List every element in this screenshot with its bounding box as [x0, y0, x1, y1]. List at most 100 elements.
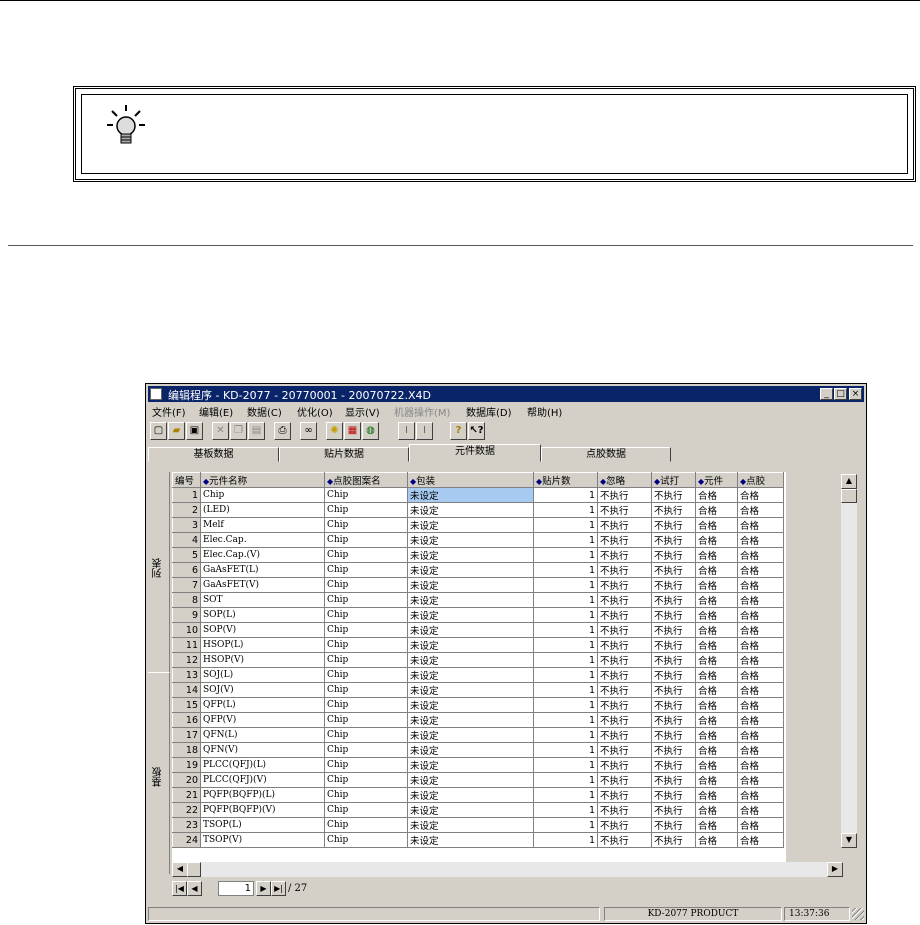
part-status-cell[interactable]: 合格 — [695, 832, 738, 848]
row-number-cell[interactable]: 16 — [172, 712, 201, 728]
save-icon[interactable]: ▣ — [186, 422, 203, 440]
part-status-cell[interactable]: 合格 — [695, 637, 738, 653]
col-header-ignore[interactable]: ◆忽略 — [597, 472, 652, 488]
placement-count-cell[interactable]: 1 — [533, 622, 598, 638]
component-name-cell[interactable]: Chip — [200, 487, 325, 503]
placement-count-cell[interactable]: 1 — [533, 727, 598, 743]
glue-status-cell[interactable]: 合格 — [737, 682, 784, 698]
glue-status-cell[interactable]: 合格 — [737, 787, 784, 803]
part-status-cell[interactable]: 合格 — [695, 667, 738, 683]
pattern-name-cell[interactable]: Chip — [324, 562, 408, 578]
pattern-name-cell[interactable]: Chip — [324, 787, 408, 803]
trial-flag-cell[interactable]: 不执行 — [651, 487, 696, 503]
close-button[interactable]: × — [849, 388, 862, 400]
placement-count-cell[interactable]: 1 — [533, 652, 598, 668]
placement-count-cell[interactable]: 1 — [533, 637, 598, 653]
row-number-cell[interactable]: 19 — [172, 757, 201, 773]
row-number-cell[interactable]: 11 — [172, 637, 201, 653]
ignore-flag-cell[interactable]: 不执行 — [597, 547, 652, 563]
part-status-cell[interactable]: 合格 — [695, 607, 738, 623]
pattern-name-cell[interactable]: Chip — [324, 757, 408, 773]
glue-status-cell[interactable]: 合格 — [737, 607, 784, 623]
component-name-cell[interactable]: PQFP(BQFP)(L) — [200, 787, 325, 803]
col-header-name[interactable]: ◆元件名称 — [200, 472, 325, 488]
placement-count-cell[interactable]: 1 — [533, 517, 598, 533]
table-row[interactable]: 21 PQFP(BQFP)(L) Chip 未设定 1 不执行 不执行 合格 合格 — [172, 787, 784, 803]
table-row[interactable]: 10 SOP(V) Chip 未设定 1 不执行 不执行 合格 合格 — [172, 622, 784, 638]
table-row[interactable]: 1 Chip Chip 未设定 1 不执行 不执行 合格 合格 — [172, 487, 784, 503]
package-cell[interactable]: 未设定 — [407, 622, 534, 638]
part-status-cell[interactable]: 合格 — [695, 652, 738, 668]
component-name-cell[interactable]: QFN(V) — [200, 742, 325, 758]
component-name-cell[interactable]: SOJ(V) — [200, 682, 325, 698]
col-header-part[interactable]: ◆元件 — [695, 472, 738, 488]
pattern-name-cell[interactable]: Chip — [324, 742, 408, 758]
ignore-flag-cell[interactable]: 不执行 — [597, 607, 652, 623]
row-number-cell[interactable]: 20 — [172, 772, 201, 788]
glue-status-cell[interactable]: 合格 — [737, 562, 784, 578]
trial-flag-cell[interactable]: 不执行 — [651, 727, 696, 743]
ignore-flag-cell[interactable]: 不执行 — [597, 622, 652, 638]
row-number-cell[interactable]: 12 — [172, 652, 201, 668]
placement-count-cell[interactable]: 1 — [533, 772, 598, 788]
table-row[interactable]: 18 QFN(V) Chip 未设定 1 不执行 不执行 合格 合格 — [172, 742, 784, 758]
minimize-button[interactable]: _ — [820, 388, 833, 400]
glue-status-cell[interactable]: 合格 — [737, 727, 784, 743]
pattern-name-cell[interactable]: Chip — [324, 487, 408, 503]
glue-status-cell[interactable]: 合格 — [737, 667, 784, 683]
first-page-icon[interactable]: |◀ — [172, 881, 187, 896]
vertical-scrollbar[interactable]: ▲ ▼ — [841, 474, 857, 848]
part-status-cell[interactable]: 合格 — [695, 697, 738, 713]
ignore-flag-cell[interactable]: 不执行 — [597, 487, 652, 503]
component-name-cell[interactable]: QFP(V) — [200, 712, 325, 728]
package-cell[interactable]: 未设定 — [407, 517, 534, 533]
row-number-cell[interactable]: 14 — [172, 682, 201, 698]
pattern-name-cell[interactable]: Chip — [324, 727, 408, 743]
hscroll-thumb[interactable] — [187, 862, 201, 877]
scroll-down-icon[interactable]: ▼ — [841, 833, 857, 848]
placement-count-cell[interactable]: 1 — [533, 742, 598, 758]
glue-status-cell[interactable]: 合格 — [737, 532, 784, 548]
glue-status-cell[interactable]: 合格 — [737, 742, 784, 758]
menu-view[interactable]: 显示(V) — [345, 404, 380, 419]
trial-flag-cell[interactable]: 不执行 — [651, 682, 696, 698]
glue-status-cell[interactable]: 合格 — [737, 802, 784, 818]
pattern-name-cell[interactable]: Chip — [324, 622, 408, 638]
pattern-name-cell[interactable]: Chip — [324, 712, 408, 728]
part-status-cell[interactable]: 合格 — [695, 727, 738, 743]
scroll-thumb[interactable] — [841, 489, 857, 503]
placement-count-cell[interactable]: 1 — [533, 562, 598, 578]
component-name-cell[interactable]: TSOP(V) — [200, 832, 325, 848]
table-row[interactable]: 23 TSOP(L) Chip 未设定 1 不执行 不执行 合格 合格 — [172, 817, 784, 833]
ignore-flag-cell[interactable]: 不执行 — [597, 802, 652, 818]
package-cell[interactable]: 未设定 — [407, 817, 534, 833]
part-status-cell[interactable]: 合格 — [695, 682, 738, 698]
cut-icon[interactable]: ✕ — [212, 422, 229, 440]
context-help-icon[interactable]: ↖? — [468, 422, 485, 440]
pattern-name-cell[interactable]: Chip — [324, 607, 408, 623]
pattern-name-cell[interactable]: Chip — [324, 532, 408, 548]
component-name-cell[interactable]: QFN(L) — [200, 727, 325, 743]
part-status-cell[interactable]: 合格 — [695, 517, 738, 533]
placement-count-cell[interactable]: 1 — [533, 712, 598, 728]
glue-status-cell[interactable]: 合格 — [737, 772, 784, 788]
copy-icon[interactable]: ❐ — [230, 422, 247, 440]
row-number-cell[interactable]: 6 — [172, 562, 201, 578]
package-cell[interactable]: 未设定 — [407, 607, 534, 623]
table-row[interactable]: 12 HSOP(V) Chip 未设定 1 不执行 不执行 合格 合格 — [172, 652, 784, 668]
glue-status-cell[interactable]: 合格 — [737, 832, 784, 848]
component-name-cell[interactable]: HSOP(L) — [200, 637, 325, 653]
component-name-cell[interactable]: Melf — [200, 517, 325, 533]
table-row[interactable]: 7 GaAsFET(V) Chip 未设定 1 不执行 不执行 合格 合格 — [172, 577, 784, 593]
tab-dispense-data[interactable]: 点胶数据 — [541, 447, 671, 462]
component-name-cell[interactable]: SOP(V) — [200, 622, 325, 638]
placement-count-cell[interactable]: 1 — [533, 832, 598, 848]
menu-database[interactable]: 数据库(D) — [466, 404, 512, 419]
row-number-cell[interactable]: 24 — [172, 832, 201, 848]
menu-help[interactable]: 帮助(H) — [527, 404, 562, 419]
glue-status-cell[interactable]: 合格 — [737, 652, 784, 668]
package-cell[interactable]: 未设定 — [407, 772, 534, 788]
col-header-trial[interactable]: ◆试打 — [651, 472, 696, 488]
optimize-icon[interactable]: ◍ — [362, 422, 379, 440]
component-name-cell[interactable]: SOT — [200, 592, 325, 608]
